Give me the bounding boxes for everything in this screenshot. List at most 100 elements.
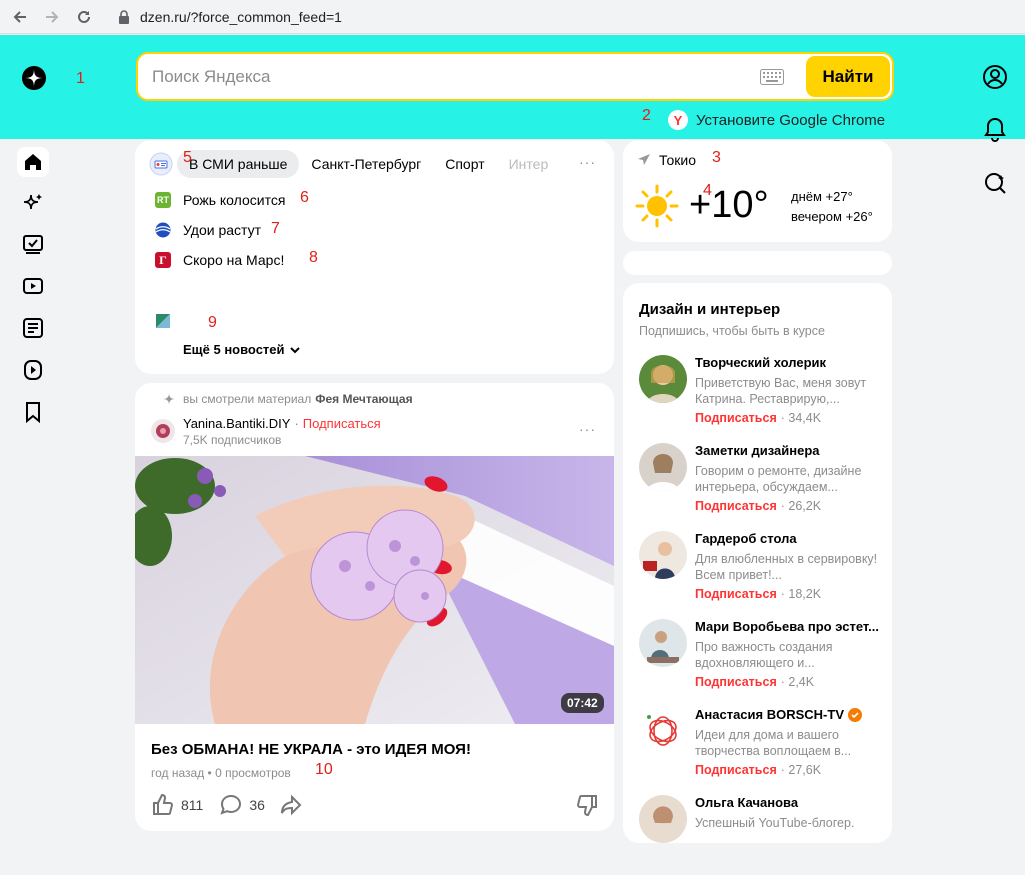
channel-item[interactable]: Мари Воробьева про эстет... Про важность…: [639, 619, 879, 699]
sidebar-home[interactable]: [17, 147, 49, 177]
site-header: 1 Найти 2 Y Установите Google Chrome: [0, 35, 1025, 139]
channel-subscribe: Подписаться · 34,4K: [695, 411, 821, 425]
annotation-8: 8: [309, 249, 318, 266]
thumbs-down-icon[interactable]: [575, 793, 599, 817]
sun-icon: [635, 184, 679, 228]
install-chrome-promo[interactable]: Y Установите Google Chrome: [668, 110, 885, 130]
comments-button[interactable]: 36: [219, 793, 265, 817]
annotation-5: 5: [183, 149, 192, 166]
sidebar-video[interactable]: [20, 273, 46, 299]
news-item[interactable]: RT Рожь колосится: [155, 192, 285, 208]
url-text: dzen.ru/?force_common_feed=1: [140, 9, 342, 25]
subscriber-count: · 2,4K: [780, 675, 815, 689]
watched-prefix: вы смотрели материал: [183, 392, 312, 406]
subscriber-count: · 18,2K: [780, 587, 822, 601]
globe-icon: [155, 222, 171, 238]
video-duration: 07:42: [561, 693, 604, 713]
channel-name: Ольга Качанова: [695, 795, 799, 810]
avatar: [639, 795, 687, 843]
keyboard-icon[interactable]: [760, 68, 784, 85]
channel-description: Успешный YouTube-блогер.: [695, 816, 855, 830]
sidebar-articles[interactable]: [20, 315, 46, 341]
weather-forecast: днём +27° вечером +26°: [791, 187, 873, 227]
search-button[interactable]: Найти: [806, 56, 890, 97]
sparkle-icon: [23, 194, 42, 210]
profile-icon[interactable]: [982, 64, 1008, 90]
channel-subscribe: Подписаться · 2,4K: [695, 675, 814, 689]
news-item[interactable]: Г Скоро на Марс!: [155, 252, 284, 268]
placeholder-card: [623, 251, 892, 275]
channel-item[interactable]: Ольга Качанова Успешный YouTube-блогер.: [639, 795, 879, 875]
more-tabs-button[interactable]: ···: [579, 154, 596, 170]
avatar[interactable]: [151, 419, 175, 443]
more-news-button[interactable]: Ещё 5 новостей: [183, 342, 301, 357]
tab-first-in-media[interactable]: В СМИ раньше: [177, 150, 300, 178]
post-title[interactable]: Без ОБМАНА! НЕ УКРАЛА - это ИДЕЯ МОЯ!: [151, 741, 471, 758]
bell-icon[interactable]: [982, 116, 1008, 142]
channel-description: Приветствую Вас, меня зовут Катрина. Рес…: [695, 376, 867, 406]
channels-subtitle: Подпишись, чтобы быть в курсе: [639, 324, 825, 338]
channel-name: Анастасия BORSCH-TV: [695, 707, 880, 722]
arrow-right-icon: [46, 10, 59, 23]
home-icon: [25, 154, 41, 170]
video-icon: [23, 278, 43, 294]
annotation-2: 2: [642, 107, 651, 124]
author-name[interactable]: Yanina.Bantiki.DIY: [183, 416, 290, 431]
back-button[interactable]: [6, 3, 34, 31]
subscriber-count: · 34,4K: [780, 411, 822, 425]
watched-row: вы смотрели материал Фея Мечтающая: [163, 392, 413, 406]
weather-day: днём +27°: [791, 189, 853, 204]
channel-subscribe: Подписаться · 18,2K: [695, 587, 821, 601]
tab-sport[interactable]: Спорт: [433, 150, 496, 178]
post-card: вы смотрели материал Фея Мечтающая Yanin…: [135, 383, 614, 831]
like-button[interactable]: 811: [151, 793, 203, 817]
sidebar-shorts[interactable]: [20, 357, 46, 383]
annotation-1: 1: [76, 70, 85, 87]
dzen-logo-icon[interactable]: [22, 66, 46, 90]
watched-title[interactable]: Фея Мечтающая: [315, 392, 412, 406]
play-circle-icon: [24, 360, 42, 380]
rt-icon: RT: [155, 192, 171, 208]
channel-item[interactable]: Гардероб стола Для влюбленных в сервиров…: [639, 531, 879, 611]
lock-icon: [119, 10, 129, 24]
forward-button[interactable]: [38, 3, 66, 31]
channel-description: Говорим о ремонте, дизайне интерьера, об…: [695, 464, 862, 494]
subscriber-count: · 27,6K: [780, 763, 822, 777]
avatar: [639, 355, 687, 403]
search-sparkle-icon[interactable]: [982, 170, 1008, 196]
weather-card[interactable]: Токио 3 +10° 4 днём +27° вечером +26°: [623, 140, 892, 242]
news-title: Удои растут: [183, 222, 262, 238]
subscribe-button[interactable]: Подписаться: [695, 587, 777, 601]
g-icon: Г: [155, 252, 171, 268]
annotation-10: 10: [315, 761, 333, 778]
post-menu-button[interactable]: ···: [579, 421, 596, 437]
channels-title: Дизайн и интерьер: [639, 301, 781, 318]
reload-button[interactable]: [70, 3, 98, 31]
more-news-label: Ещё 5 новостей: [183, 342, 285, 357]
news-item[interactable]: Удои растут: [155, 222, 261, 238]
channel-item[interactable]: Творческий холерик Приветствую Вас, меня…: [639, 355, 879, 435]
channel-item[interactable]: Анастасия BORSCH-TV Идеи для дома и ваше…: [639, 707, 879, 787]
channels-card: Дизайн и интерьер Подпишись, чтобы быть …: [623, 283, 892, 843]
tab-interesting[interactable]: Интер: [497, 150, 561, 178]
share-icon[interactable]: [279, 793, 303, 817]
sidebar-bookmarks[interactable]: [20, 399, 46, 425]
sidebar-subscriptions[interactable]: [20, 231, 46, 257]
subscribe-button[interactable]: Подписаться: [695, 411, 777, 425]
tab-saint-petersburg[interactable]: Санкт-Петербург: [299, 150, 433, 178]
channel-item[interactable]: Заметки дизайнера Говорим о ремонте, диз…: [639, 443, 879, 523]
subscribe-button[interactable]: Подписаться: [695, 499, 777, 513]
subscribe-button[interactable]: Подписаться: [303, 416, 381, 431]
sidebar-recommendations[interactable]: [20, 190, 46, 216]
avatar: [639, 531, 687, 579]
address-bar[interactable]: dzen.ru/?force_common_feed=1: [110, 4, 1015, 30]
arrow-left-icon: [13, 10, 26, 23]
weather-location: Токио: [637, 152, 696, 168]
video-thumbnail[interactable]: 07:42: [135, 456, 614, 724]
post-meta: год назад • 0 просмотров: [151, 766, 291, 780]
subscribe-button[interactable]: Подписаться: [695, 675, 777, 689]
news-tabs: В СМИ раньше Санкт-Петербург Спорт Интер: [149, 150, 560, 178]
search-input[interactable]: [152, 66, 760, 87]
channel-subscribe: Подписаться · 26,2K: [695, 499, 821, 513]
subscribe-button[interactable]: Подписаться: [695, 763, 777, 777]
